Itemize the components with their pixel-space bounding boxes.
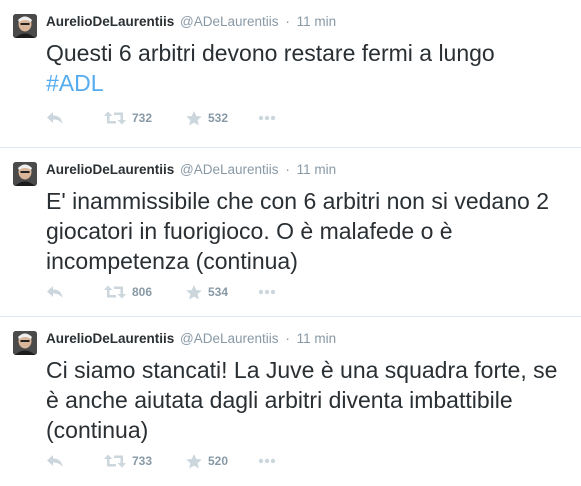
tweet-actions: 733 520 — [46, 451, 276, 471]
more-button[interactable] — [258, 289, 276, 295]
avatar-image — [13, 331, 37, 355]
separator-dot: · — [285, 331, 290, 346]
favorite-button[interactable]: 520 — [186, 453, 258, 469]
more-button[interactable] — [258, 458, 276, 464]
tweet[interactable]: AurelioDeLaurentiis @ADeLaurentiis · 11 … — [0, 0, 581, 148]
tweet-header: AurelioDeLaurentiis @ADeLaurentiis · 11 … — [46, 329, 336, 349]
favorite-count: 532 — [208, 111, 229, 125]
favorite-star-icon — [186, 284, 202, 299]
tweet[interactable]: AurelioDeLaurentiis @ADeLaurentiis · 11 … — [0, 317, 581, 486]
hashtag-link[interactable]: #ADL — [46, 70, 104, 96]
reply-button[interactable] — [46, 454, 104, 468]
author-fullname[interactable]: AurelioDeLaurentiis — [46, 162, 174, 177]
avatar[interactable] — [13, 14, 37, 38]
avatar-image — [13, 162, 37, 186]
avatar-image — [13, 14, 37, 38]
favorite-star-icon — [186, 110, 202, 125]
retweet-count: 806 — [132, 285, 153, 299]
reply-button[interactable] — [46, 285, 104, 299]
favorite-count: 534 — [208, 285, 229, 299]
author-fullname[interactable]: AurelioDeLaurentiis — [46, 331, 174, 346]
separator-dot: · — [285, 14, 290, 29]
author-fullname[interactable]: AurelioDeLaurentiis — [46, 14, 174, 29]
tweet-actions: 732 532 — [46, 108, 276, 128]
favorite-count: 520 — [208, 454, 229, 468]
more-dots-icon — [258, 458, 276, 464]
separator-dot: · — [285, 162, 290, 177]
tweet-text-body: Questi 6 arbitri devono restare fermi a … — [46, 40, 495, 66]
tweet-timestamp[interactable]: 11 min — [297, 331, 337, 346]
retweet-icon — [104, 111, 126, 125]
tweet-text: Ci siamo stancati! La Juve è una squadra… — [46, 357, 558, 443]
retweet-count: 733 — [132, 454, 153, 468]
retweet-count: 732 — [132, 111, 153, 125]
retweet-button[interactable]: 806 — [104, 285, 186, 299]
retweet-icon — [104, 454, 126, 468]
tweet[interactable]: AurelioDeLaurentiis @ADeLaurentiis · 11 … — [0, 148, 581, 317]
reply-icon — [47, 286, 63, 298]
reply-icon — [47, 112, 63, 124]
tweet-timeline: AurelioDeLaurentiis @ADeLaurentiis · 11 … — [0, 0, 581, 486]
reply-button[interactable] — [46, 111, 104, 125]
tweet-header: AurelioDeLaurentiis @ADeLaurentiis · 11 … — [46, 12, 336, 32]
more-dots-icon — [258, 289, 276, 295]
reply-icon — [47, 455, 63, 467]
avatar[interactable] — [13, 331, 37, 355]
avatar[interactable] — [13, 162, 37, 186]
tweet-text: Questi 6 arbitri devono restare fermi a … — [46, 38, 576, 98]
author-username[interactable]: @ADeLaurentiis — [180, 331, 279, 346]
retweet-button[interactable]: 733 — [104, 454, 186, 468]
author-username[interactable]: @ADeLaurentiis — [180, 162, 279, 177]
tweet-header: AurelioDeLaurentiis @ADeLaurentiis · 11 … — [46, 160, 336, 180]
favorite-button[interactable]: 534 — [186, 284, 258, 300]
tweet-text: E' inammissibile che con 6 arbitri non s… — [46, 188, 549, 274]
tweet-timestamp[interactable]: 11 min — [297, 162, 337, 177]
tweet-actions: 806 534 — [46, 282, 276, 302]
retweet-icon — [104, 285, 126, 299]
favorite-star-icon — [186, 453, 202, 468]
retweet-button[interactable]: 732 — [104, 111, 186, 125]
more-dots-icon — [258, 115, 276, 121]
author-username[interactable]: @ADeLaurentiis — [180, 14, 279, 29]
favorite-button[interactable]: 532 — [186, 110, 258, 126]
tweet-timestamp[interactable]: 11 min — [297, 14, 337, 29]
more-button[interactable] — [258, 115, 276, 121]
